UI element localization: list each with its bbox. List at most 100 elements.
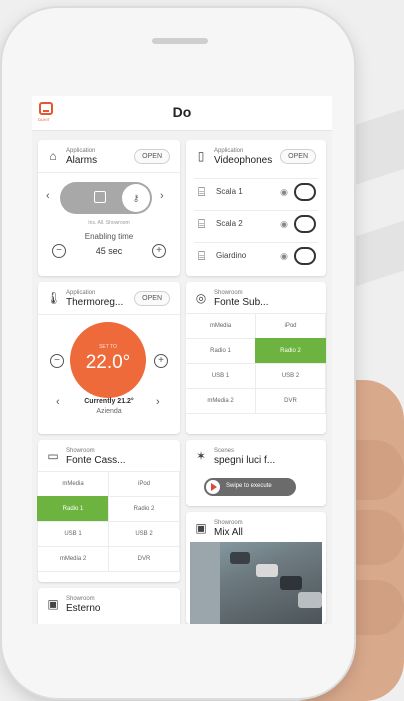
building-icon: ⌸ bbox=[198, 217, 206, 231]
phone-frame: DUVIT Do ⌂ Application Alarms OPEN ‹ ⚷ ›… bbox=[2, 8, 354, 698]
chevron-left-icon[interactable]: ‹ bbox=[46, 190, 50, 202]
alarm-icon: ⌂ bbox=[49, 149, 57, 163]
camera-icon: ▣ bbox=[195, 521, 207, 535]
camera-icon: ▣ bbox=[47, 597, 59, 611]
top-bar: DUVIT Do bbox=[32, 96, 332, 131]
esterno-card: ▣ Showroom Esterno bbox=[38, 588, 180, 624]
scene-card: ✶ Scenes spegni luci f... Swipe to execu… bbox=[186, 440, 326, 506]
parked-car bbox=[230, 552, 250, 564]
fonte-sub-header: ◎ Showroom Fonte Sub... bbox=[192, 288, 320, 310]
fonte-sub-category: Showroom bbox=[214, 290, 243, 296]
parked-car bbox=[256, 564, 278, 577]
eye-icon[interactable]: ◉ bbox=[280, 251, 288, 262]
source-option[interactable]: iPod bbox=[255, 313, 326, 339]
mix-header: ▣ Showroom Mix All bbox=[192, 518, 320, 540]
swipe-label: Swipe to execute bbox=[226, 483, 272, 489]
fonte-sub-card: ◎ Showroom Fonte Sub... mMedia iPod Radi… bbox=[185, 282, 326, 434]
intercom-icon: ▯ bbox=[197, 149, 205, 163]
source-option[interactable]: DVR bbox=[255, 388, 326, 414]
divider bbox=[38, 314, 180, 315]
esterno-name: Esterno bbox=[66, 603, 101, 614]
scene-name: spegni luci f... bbox=[214, 455, 276, 466]
source-option[interactable]: USB 1 bbox=[37, 521, 109, 547]
esterno-header: ▣ Showroom Esterno bbox=[44, 594, 174, 616]
videophone-toggle[interactable] bbox=[294, 215, 316, 233]
switch-knob[interactable]: ⚷ bbox=[122, 184, 150, 212]
videophones-header: ▯ Application Videophones OPEN bbox=[192, 146, 320, 168]
videophone-row[interactable]: ⌸ Giardino ◉ bbox=[194, 242, 318, 269]
fonte-cass-name: Fonte Cass... bbox=[66, 455, 126, 466]
thermo-header: 🌡︎ Application Thermoreg... OPEN bbox=[44, 288, 174, 310]
source-option[interactable]: USB 2 bbox=[108, 521, 180, 547]
scene-icon: ✶ bbox=[195, 449, 207, 463]
app-screen: DUVIT Do ⌂ Application Alarms OPEN ‹ ⚷ ›… bbox=[32, 96, 332, 624]
source-option[interactable]: Radio 2 bbox=[108, 496, 180, 522]
eye-icon[interactable]: ◉ bbox=[280, 187, 288, 198]
mix-name: Mix All bbox=[214, 527, 243, 538]
source-option-active[interactable]: Radio 2 bbox=[255, 338, 326, 364]
divider bbox=[38, 172, 180, 173]
thermo-open-button[interactable]: OPEN bbox=[134, 291, 170, 306]
source-grid: mMedia iPod Radio 1 Radio 2 USB 1 USB 2 … bbox=[37, 471, 180, 572]
monitor-icon: ▭ bbox=[47, 449, 59, 463]
esterno-category: Showroom bbox=[66, 596, 95, 602]
source-option[interactable]: mMedia bbox=[37, 471, 109, 497]
fonte-sub-name: Fonte Sub... bbox=[214, 297, 269, 308]
play-icon bbox=[206, 480, 220, 494]
videophones-name: Videophones bbox=[214, 155, 273, 166]
alarms-category: Application bbox=[66, 148, 96, 154]
thermo-name: Thermoreg... bbox=[66, 297, 124, 308]
thermo-zone: Azienda bbox=[96, 408, 122, 415]
source-option[interactable]: mMedia 2 bbox=[37, 546, 109, 572]
videophone-label: Scala 2 bbox=[216, 219, 243, 228]
chevron-right-icon[interactable]: › bbox=[160, 190, 164, 202]
enabling-time-label: Enabling time bbox=[84, 232, 134, 241]
parked-car bbox=[298, 592, 322, 608]
videophone-toggle[interactable] bbox=[294, 247, 316, 265]
lock-icon bbox=[94, 191, 106, 203]
plus-button[interactable]: + bbox=[152, 244, 166, 258]
videophone-label: Scala 1 bbox=[216, 187, 243, 196]
source-option[interactable]: mMedia bbox=[185, 313, 256, 339]
source-option-active[interactable]: Radio 1 bbox=[37, 496, 109, 522]
videophones-card: ▯ Application Videophones OPEN ⌸ Scala 1… bbox=[186, 140, 326, 276]
setpoint-value: 22.0° bbox=[85, 352, 131, 373]
building-icon: ⌸ bbox=[198, 249, 206, 263]
videophone-toggle[interactable] bbox=[294, 183, 316, 201]
setpoint-dial[interactable]: SET TO 22.0° bbox=[70, 322, 146, 398]
source-option[interactable]: Radio 1 bbox=[185, 338, 256, 364]
parked-car bbox=[280, 576, 302, 590]
thermo-card: 🌡︎ Application Thermoreg... OPEN SET TO … bbox=[38, 282, 180, 434]
speaker-icon: ◎ bbox=[195, 291, 207, 305]
building-icon: ⌸ bbox=[198, 185, 206, 199]
fonte-cass-header: ▭ Showroom Fonte Cass... bbox=[44, 446, 174, 468]
eye-icon[interactable]: ◉ bbox=[280, 219, 288, 230]
chevron-right-icon[interactable]: › bbox=[156, 396, 160, 408]
scene-header: ✶ Scenes spegni luci f... bbox=[192, 446, 320, 468]
alarms-header: ⌂ Application Alarms OPEN bbox=[44, 146, 174, 168]
fonte-cass-card: ▭ Showroom Fonte Cass... mMedia iPod Rad… bbox=[37, 440, 180, 582]
source-option[interactable]: DVR bbox=[108, 546, 180, 572]
temp-plus-button[interactable]: + bbox=[154, 354, 168, 368]
alarm-zone-label: Ins. All. Showroom bbox=[88, 220, 130, 226]
thermo-category: Application bbox=[66, 290, 96, 296]
videophone-row[interactable]: ⌸ Scala 1 ◉ bbox=[194, 178, 318, 205]
source-option[interactable]: USB 2 bbox=[255, 363, 326, 389]
phone-speaker bbox=[152, 38, 208, 44]
source-option[interactable]: iPod bbox=[108, 471, 180, 497]
mix-card: ▣ Showroom Mix All bbox=[186, 512, 326, 624]
source-option[interactable]: USB 1 bbox=[185, 363, 256, 389]
source-option[interactable]: mMedia 2 bbox=[185, 388, 256, 414]
alarms-open-button[interactable]: OPEN bbox=[134, 149, 170, 164]
page-title: Do bbox=[172, 104, 192, 120]
swipe-to-execute[interactable]: Swipe to execute bbox=[204, 478, 296, 496]
videophones-open-button[interactable]: OPEN bbox=[280, 149, 316, 164]
source-grid: mMedia iPod Radio 1 Radio 2 USB 1 USB 2 … bbox=[185, 313, 326, 414]
videophone-row[interactable]: ⌸ Scala 2 ◉ bbox=[194, 210, 318, 237]
temp-minus-button[interactable]: − bbox=[50, 354, 64, 368]
mix-category: Showroom bbox=[214, 520, 243, 526]
camera-feed-image[interactable] bbox=[190, 542, 322, 624]
scene-category: Scenes bbox=[214, 448, 235, 454]
alarms-name: Alarms bbox=[66, 155, 98, 166]
alarm-arm-switch[interactable]: ⚷ bbox=[60, 182, 152, 214]
